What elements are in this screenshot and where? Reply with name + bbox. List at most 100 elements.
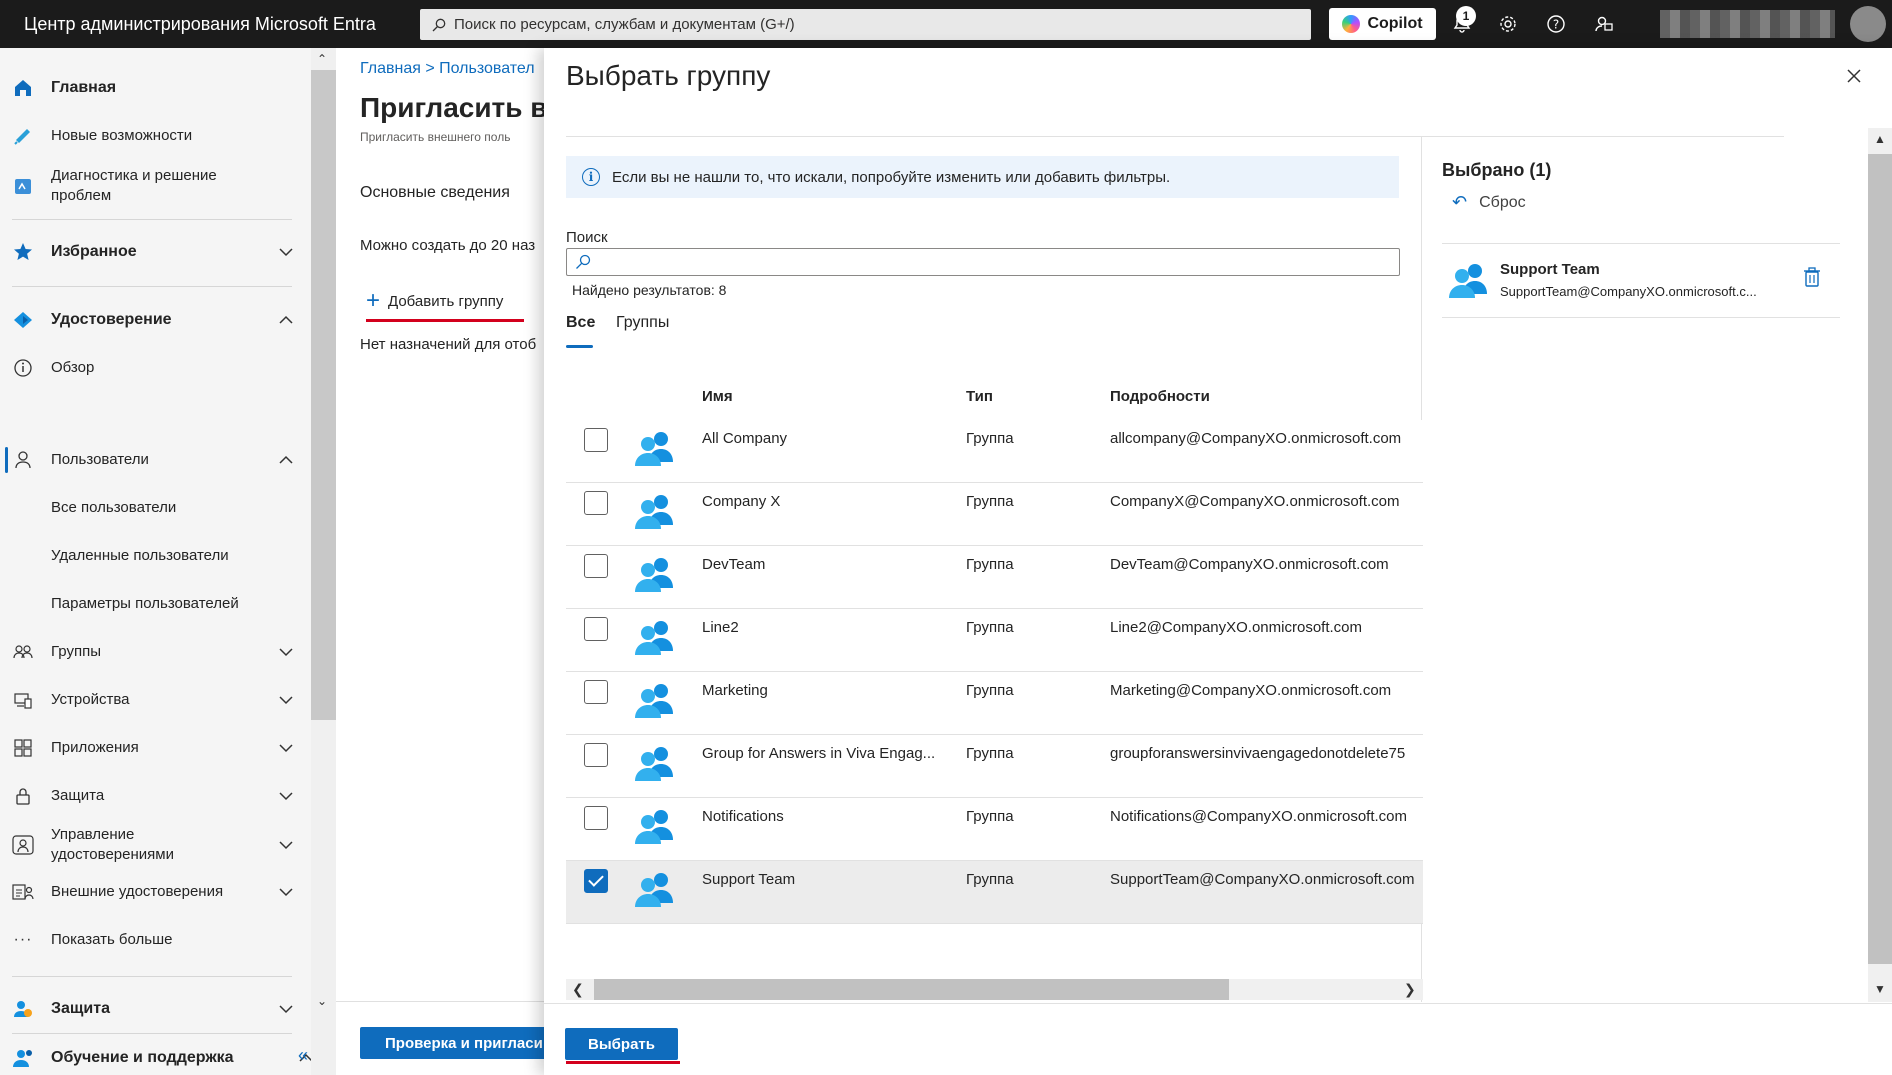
table-row[interactable]: Support Team Группа SupportTeam@CompanyXO.… [566,861,1423,924]
nav-learn-support[interactable]: Обучение и поддержка [0,1038,313,1075]
nav-users[interactable]: Пользователи [0,440,300,480]
horizontal-scroll-thumb[interactable] [594,979,1229,1000]
nav-scrollbar[interactable]: ⌃ ⌄ [311,48,336,1075]
nav-all-users[interactable]: Все пользователи [0,488,300,528]
row-checkbox[interactable] [584,869,608,893]
chevron-down-icon[interactable] [276,642,296,662]
vertical-scroll-thumb[interactable] [1868,154,1892,964]
nav-deleted-users[interactable]: Удаленные пользователи [0,536,300,576]
help-icon[interactable]: ? [1542,10,1570,38]
group-details: DevTeam@CompanyXO.onmicrosoft.com [1110,556,1389,573]
chevron-down-icon[interactable] [276,835,296,855]
scroll-right-icon[interactable]: ❯ [1404,981,1416,998]
group-details: Notifications@CompanyXO.onmicrosoft.com [1110,808,1407,825]
gear-icon[interactable] [1494,10,1522,38]
avatar[interactable] [1850,6,1886,42]
chevron-down-icon[interactable] [276,882,296,902]
nav-identity-governance[interactable]: Управление удостоверениями [0,820,300,870]
scroll-up-icon[interactable]: ⌃ [317,52,327,66]
row-checkbox[interactable] [584,743,608,767]
nav-whats-new[interactable]: Новые возможности [0,116,300,156]
app-title[interactable]: Центр администрирования Microsoft Entra [0,14,420,35]
nav-devices[interactable]: Устройства [0,680,300,720]
chevron-down-icon[interactable] [276,999,296,1019]
nav-favorites[interactable]: Избранное [0,232,300,272]
nav-groups[interactable]: Группы [0,632,300,672]
nav-protection[interactable]: Защита [0,776,300,816]
selected-item-name: Support Team [1500,261,1600,278]
table-row[interactable]: Group for Answers in Viva Engag... Группа… [566,735,1423,798]
nav-external-identities[interactable]: Внешние удостоверения [0,872,300,912]
nav-identity[interactable]: Удостоверение [0,300,300,340]
copilot-label: Copilot [1367,15,1423,32]
lock-icon [12,785,34,807]
close-icon[interactable] [1842,64,1866,88]
reset-button[interactable]: ↶ Сброс [1452,192,1526,213]
row-checkbox[interactable] [584,428,608,452]
nav-scroll-thumb[interactable] [311,70,336,720]
row-checkbox[interactable] [584,554,608,578]
footer-divider [336,1001,544,1002]
group-details: CompanyX@CompanyXO.onmicrosoft.com [1110,493,1400,510]
add-group-button[interactable]: + Добавить группу [366,289,503,313]
search-input[interactable] [566,248,1400,276]
table-row[interactable]: Marketing Группа Marketing@CompanyXO.onmic… [566,672,1423,735]
collapse-nav-icon[interactable]: « [298,1045,308,1066]
group-icon [635,558,673,592]
nav-overview[interactable]: Обзор [0,348,300,388]
nav-show-more[interactable]: ··· Показать больше [0,920,300,960]
column-header-type[interactable]: Тип [966,388,993,405]
nav-security[interactable]: Защита [0,989,300,1029]
scroll-left-icon[interactable]: ❮ [572,981,584,998]
chevron-up-icon[interactable] [276,310,296,330]
column-header-details[interactable]: Подробности [1110,388,1210,405]
chevron-up-icon[interactable] [276,450,296,470]
chevron-down-icon[interactable] [276,786,296,806]
group-type: Группа [966,493,1014,510]
nav-user-settings-label: Параметры пользователей [51,595,239,612]
vertical-scrollbar[interactable]: ▲ ▼ [1868,128,1892,1002]
nav-show-more-label: Показать больше [51,931,173,948]
row-checkbox[interactable] [584,617,608,641]
chevron-down-icon[interactable] [276,738,296,758]
table-row[interactable]: Company X Группа CompanyX@CompanyXO.onmicr… [566,483,1423,546]
scroll-down-icon[interactable]: ⌄ [317,994,327,1008]
scroll-down-icon[interactable]: ▼ [1874,982,1886,996]
no-assignments-text: Нет назначений для отоб [360,336,537,353]
copilot-button[interactable]: Copilot [1329,8,1436,40]
global-search-input[interactable]: Поиск по ресурсам, службам и документам … [420,9,1311,40]
chevron-down-icon[interactable] [276,690,296,710]
star-icon [12,241,34,263]
select-button[interactable]: Выбрать [565,1028,678,1060]
row-checkbox[interactable] [584,680,608,704]
table-row[interactable]: All Company Группа allcompany@CompanyXO.on… [566,420,1423,483]
trash-icon[interactable] [1802,266,1822,288]
nav-applications[interactable]: Приложения [0,728,300,768]
page-title: Пригласить в [360,92,544,123]
copilot-icon [1342,15,1361,33]
table-row[interactable]: DevTeam Группа DevTeam@CompanyXO.onmicroso… [566,546,1423,609]
column-header-name[interactable]: Имя [702,388,733,405]
horizontal-scrollbar[interactable]: ❮ ❯ [566,979,1423,1000]
table-row[interactable]: Line2 Группа Line2@CompanyXO.onmicrosoft.c… [566,609,1423,672]
row-checkbox[interactable] [584,806,608,830]
nav-home[interactable]: Главная [0,68,300,108]
nav-diagnose[interactable]: Диагностика и решение проблем [0,163,300,209]
top-bar: Центр администрирования Microsoft Entra … [0,0,1892,48]
chevron-down-icon[interactable] [276,242,296,262]
review-invite-button[interactable]: Проверка и пригласи [360,1027,544,1059]
group-name: Line2 [702,619,739,636]
breadcrumb[interactable]: Главная > Пользовател [360,60,535,78]
tab-groups[interactable]: Группы [616,314,669,332]
table-row[interactable]: Notifications Группа Notifications@Company… [566,798,1423,861]
account-name-redacted[interactable] [1660,10,1835,38]
scroll-up-icon[interactable]: ▲ [1874,132,1886,146]
nav-user-settings[interactable]: Параметры пользователей [0,584,300,624]
row-checkbox[interactable] [584,491,608,515]
group-details: SupportTeam@CompanyXO.onmicrosoft.com [1110,871,1415,888]
tab-all[interactable]: Все [566,314,595,332]
group-name: Support Team [702,871,796,888]
search-label: Поиск [566,229,608,246]
feedback-icon[interactable] [1590,10,1618,38]
nav-favorites-label: Избранное [51,243,137,260]
